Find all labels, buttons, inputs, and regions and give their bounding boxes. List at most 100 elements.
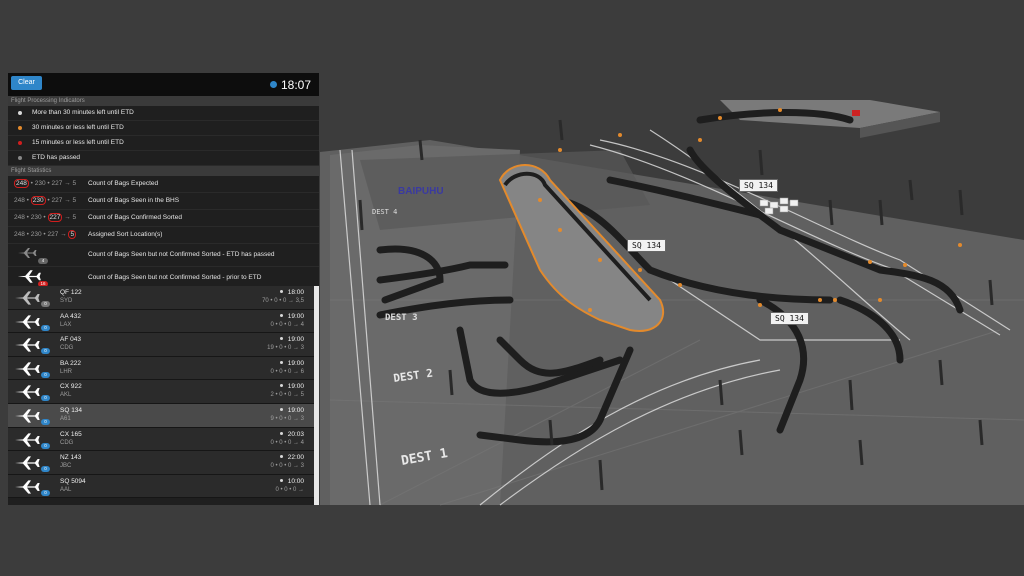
stat-value: 248: [14, 197, 25, 204]
stat-value: 227: [51, 197, 63, 204]
indicator-label: 30 minutes or less left until ETD: [32, 124, 124, 131]
flight-row[interactable]: 0 QF 122 SYD 18:00 70 • 0 • 0 → 3,5: [8, 286, 314, 310]
statistic-row: 4 Count of Bags Seen but not Confirmed So…: [8, 244, 319, 267]
status-dot-icon: [279, 455, 283, 459]
flight-time: 19:00: [287, 383, 304, 391]
stat-value: 5: [72, 180, 77, 187]
stat-value: 227: [51, 180, 63, 187]
flight-row[interactable]: 0 AA 432 LAX 19:00 0 • 0 • 0 → 4: [8, 309, 314, 335]
stat-value: 248: [14, 179, 29, 188]
flight-list[interactable]: 0 QF 122 SYD 18:00 70 • 0 • 0 → 3,5 0 AA 432 LA…: [8, 286, 314, 500]
flight-row[interactable]: 0 SQ 5094 AAL 10:00 0 • 0 • 0 →: [8, 474, 314, 500]
clock-time: 18:07: [280, 78, 311, 92]
wall-sign: BAIPUHU: [398, 186, 444, 197]
stat-value: 230: [34, 180, 46, 187]
indicator-dot-icon: [18, 141, 22, 145]
indicator-dot-icon: [18, 126, 22, 130]
statistic-label: Assigned Sort Location(s): [88, 231, 163, 238]
flight-code: QF 122: [60, 289, 82, 296]
flight-list-scrollbar[interactable]: [314, 286, 319, 505]
plane-icon: [13, 432, 41, 453]
status-dot-icon: [279, 431, 283, 435]
flight-panel: Clear 18:07 Flight Processing Indicators…: [8, 73, 319, 505]
flight-code: NZ 143: [60, 454, 82, 462]
statistic-row: 248 • 230 • 227 → 5 Count of Bags Seen in…: [8, 193, 319, 210]
flight-etd: 19:00: [279, 383, 304, 391]
flight-etd: 22:00: [279, 454, 304, 462]
flight-time: 20:03: [287, 430, 304, 438]
flight-code: SQ 5094: [60, 477, 86, 485]
flight-counts: 2 • 0 • 0 → 5: [270, 392, 304, 399]
status-dot-icon: [279, 478, 283, 482]
statistic-values: 248 • 230 • 227 → 5: [14, 196, 77, 205]
indicators-heading: Flight Processing Indicators: [8, 96, 319, 106]
flight-badge: 0: [41, 489, 50, 496]
flight-code: AF 043: [60, 336, 81, 344]
stat-value: 230: [30, 196, 46, 205]
stat-value: 5: [72, 214, 77, 221]
flight-destination: CDG: [60, 345, 74, 352]
flight-row[interactable]: 0 NZ 143 JBC 22:00 0 • 0 • 0 → 3: [8, 451, 314, 475]
flight-badge: 0: [41, 324, 50, 331]
flight-code: SQ 134: [60, 406, 83, 414]
statistic-values: 248 • 230 • 227 → 5: [14, 230, 77, 239]
statistic-label: Count of Bags Expected: [88, 180, 159, 187]
flight-destination: CDG: [60, 439, 74, 446]
flight-time: 10:00: [287, 477, 304, 485]
stat-value: 248: [14, 214, 25, 221]
flight-badge: 0: [41, 466, 50, 473]
statistics-heading: Flight Statistics: [8, 166, 319, 176]
clear-button[interactable]: Clear: [11, 76, 42, 90]
flight-counts: 0 • 0 • 0 → 4: [270, 439, 304, 446]
flight-row[interactable]: 0 BA 222 LHR 19:00 0 • 0 • 0 → 6: [8, 356, 314, 381]
indicator-dot-icon: [18, 156, 22, 160]
flight-counts: 19 • 0 • 0 → 3: [267, 345, 304, 352]
statistic-label: Count of Bags Seen but not Confirmed Sor…: [88, 251, 275, 258]
status-dot-icon: [279, 384, 283, 388]
flight-badge: 0: [41, 395, 50, 402]
plane-departed-icon: [13, 290, 41, 311]
flight-code: CX 922: [60, 383, 82, 391]
flight-code: CX 165: [60, 430, 82, 438]
flight-counts: 0 • 0 • 0 →: [275, 486, 304, 493]
stat-value: 248: [14, 231, 25, 238]
flight-counts: 70 • 0 • 0 → 3,5: [262, 298, 304, 304]
flight-row[interactable]: 0 SQ 134 A61 19:00 9 • 0 • 0 → 3: [8, 403, 314, 429]
flight-tag-sq134-b[interactable]: SQ 134: [627, 239, 666, 252]
indicator-row: 15 minutes or less left until ETD: [8, 136, 319, 151]
statistic-row: 248 • 230 • 227 → 5 Count of Bags Expecte…: [8, 176, 319, 193]
flight-counts: 0 • 0 • 0 → 3: [270, 463, 304, 470]
flight-badge: 0: [41, 442, 50, 449]
statistic-label: Count of Bags Confirmed Sorted: [88, 214, 182, 221]
statistic-values: 248 • 230 • 227 → 5: [14, 213, 77, 222]
plane-icon: [13, 408, 41, 429]
status-dot-icon: [279, 360, 283, 364]
statistic-values: 248 • 230 • 227 → 5: [14, 179, 77, 188]
flight-time: 18:00: [287, 289, 304, 296]
status-dot-icon: [279, 313, 283, 317]
stat-value: 227: [47, 231, 59, 238]
flight-counts: 0 • 0 • 0 → 6: [270, 368, 304, 375]
indicator-label: ETD has passed: [32, 154, 81, 161]
flight-tag-sq134-c[interactable]: SQ 134: [770, 312, 809, 325]
flight-badge: 0: [41, 418, 50, 425]
flight-tag-sq134-a[interactable]: SQ 134: [739, 179, 778, 192]
plane-icon: [13, 314, 41, 335]
plane-icon: [13, 455, 41, 476]
flight-etd: 19:00: [279, 313, 304, 320]
flight-row[interactable]: 0 AF 043 CDG 19:00 19 • 0 • 0 → 3: [8, 333, 314, 357]
flight-destination: LAX: [60, 321, 72, 328]
flight-destination: A61: [60, 415, 71, 422]
stat-value: 227: [47, 213, 63, 222]
indicator-row: ETD has passed: [8, 151, 319, 166]
flight-time: 19:00: [287, 336, 304, 344]
flight-etd: 19:00: [279, 360, 304, 367]
flight-time: 22:00: [287, 454, 304, 462]
plane-icon: [13, 479, 41, 500]
flight-badge: 0: [41, 301, 50, 307]
flight-row[interactable]: 0 CX 165 CDG 20:03 0 • 0 • 0 → 4: [8, 427, 314, 453]
statistic-row: 248 • 230 • 227 → 5 Count of Bags Confirm…: [8, 210, 319, 227]
flight-destination: JBC: [60, 463, 72, 470]
flight-counts: 0 • 0 • 0 → 4: [270, 321, 304, 328]
flight-row[interactable]: 0 CX 922 AKL 19:00 2 • 0 • 0 → 5: [8, 380, 314, 404]
